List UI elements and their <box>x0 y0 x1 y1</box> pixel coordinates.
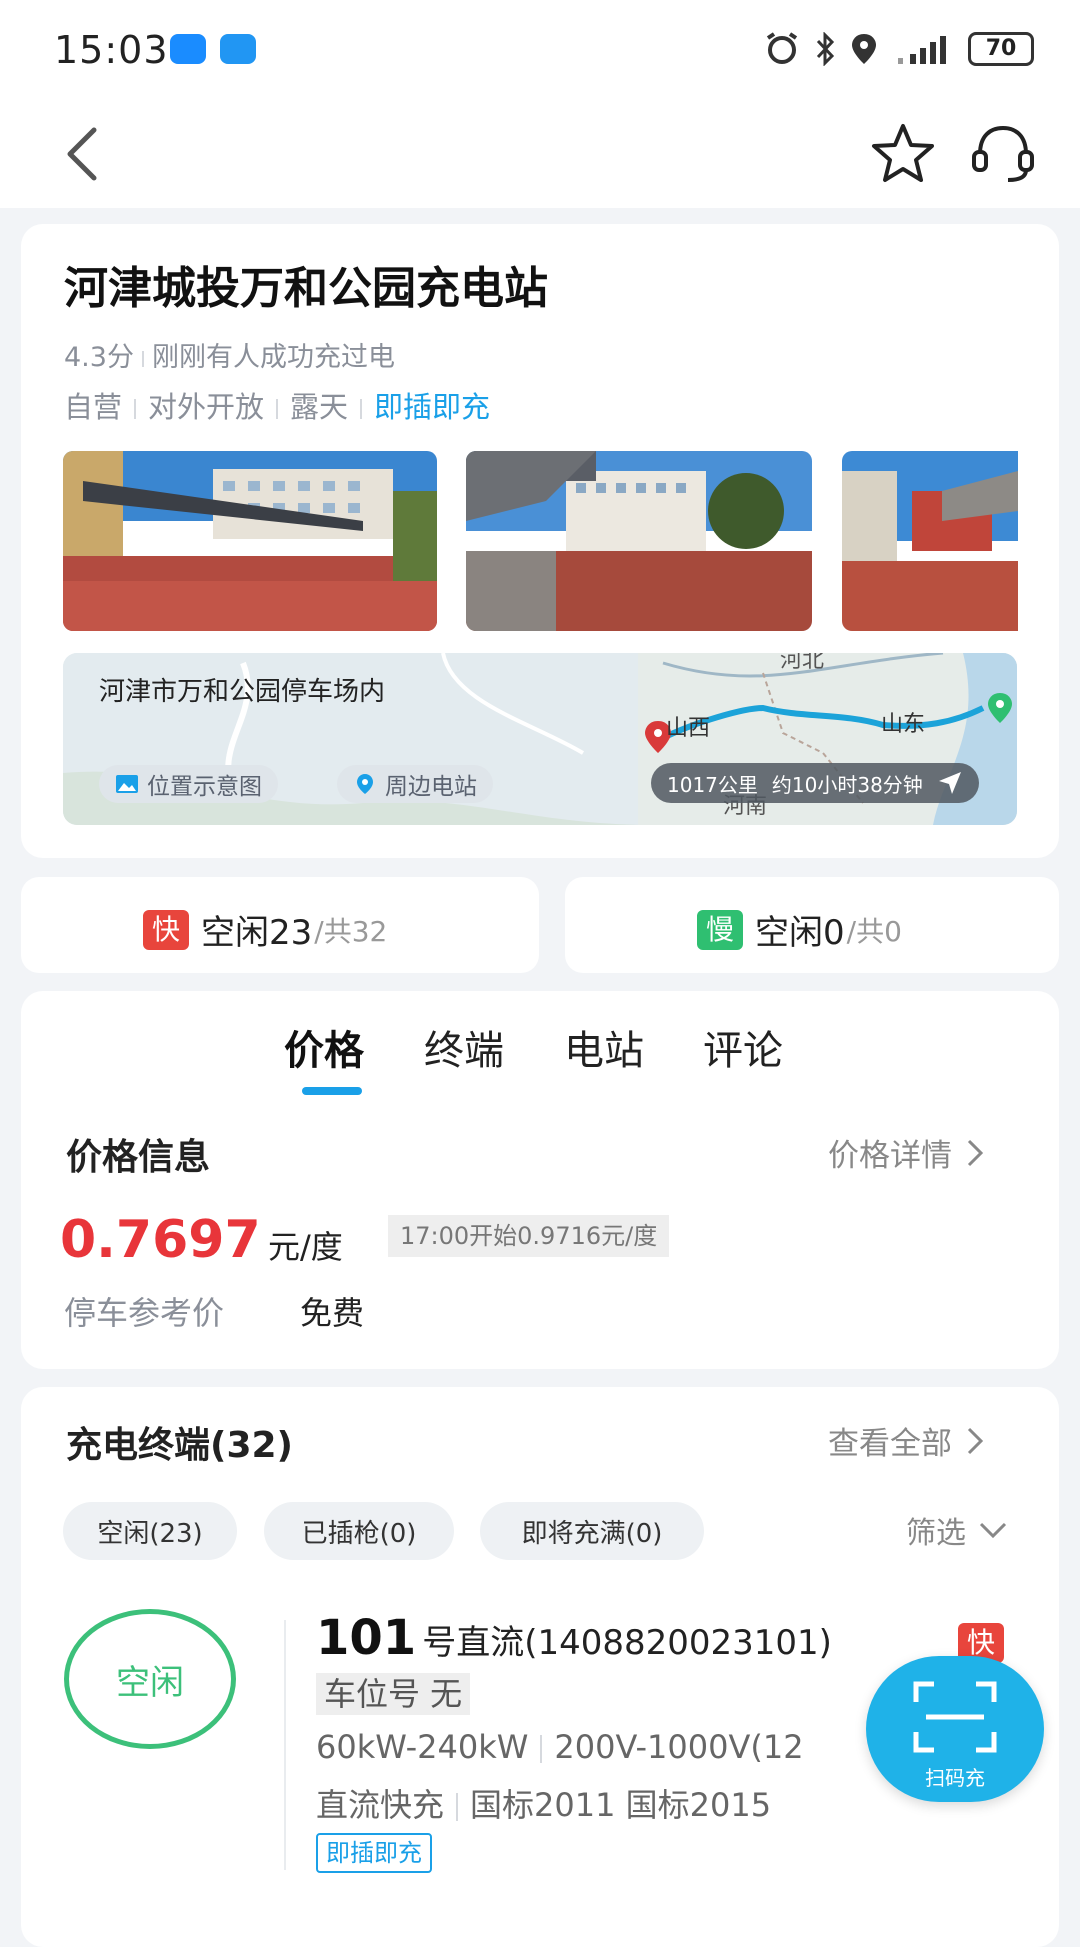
slow-idle-count: 空闲0 <box>755 913 845 953</box>
filter-dropdown-label: 筛选 <box>906 1516 966 1551</box>
filter-plugged[interactable]: 已插枪(0) <box>264 1502 454 1560</box>
slow-tag: 慢 <box>697 909 743 950</box>
fast-charger-summary[interactable]: 快 空闲23/共32 <box>21 877 539 973</box>
terminal-type-row: 直流快充 国标2011 国标2015 <box>316 1780 771 1826</box>
fast-total-count: /共32 <box>314 914 388 948</box>
terminals-heading: 充电终端(32) <box>66 1425 294 1466</box>
route-info-pill[interactable]: 1017公里 约10小时38分钟 <box>651 763 979 803</box>
filter-almost-full[interactable]: 即将充满(0) <box>480 1502 704 1560</box>
location-icon <box>852 34 876 64</box>
price-detail-link[interactable]: 价格详情 <box>828 1130 984 1175</box>
status-icons: 70 <box>764 32 1034 66</box>
map-label: 河北 <box>780 653 824 673</box>
fast-idle-count: 空闲23 <box>201 913 313 953</box>
active-tab-indicator <box>302 1087 362 1095</box>
station-address: 河津市万和公园停车场内 <box>99 677 386 707</box>
terminal-voltage: 200V-1000V(12 <box>554 1728 804 1766</box>
view-all-terminals-link[interactable]: 查看全部 <box>828 1418 984 1463</box>
chevron-right-icon <box>967 1139 984 1166</box>
terminal-status-idle: 空闲 <box>64 1609 236 1749</box>
tab-comments[interactable]: 评论 <box>703 1018 783 1076</box>
parking-spot: 车位号 无 <box>316 1673 471 1715</box>
navigate-icon[interactable] <box>937 770 963 796</box>
terminal-power: 60kW-240kW <box>316 1728 529 1766</box>
customer-service-icon[interactable] <box>970 120 1036 186</box>
map-label: 山东 <box>881 712 925 737</box>
plug-and-charge-tag: 即插即充 <box>374 390 491 424</box>
alarm-icon <box>766 32 798 64</box>
terminal-number: 101 <box>316 1610 417 1666</box>
route-duration: 约10小时38分钟 <box>771 772 923 797</box>
terminal-name: 号直流(1408820023101) <box>422 1623 832 1663</box>
nearby-stations-button[interactable]: 周边电站 <box>337 765 493 803</box>
station-tag: 露天 <box>290 390 349 424</box>
back-icon[interactable] <box>62 126 102 182</box>
next-period-price: 17:00开始0.9716元/度 <box>388 1215 670 1257</box>
price-unit: 元/度 <box>268 1228 343 1266</box>
terminal-type: 直流快充 <box>316 1786 445 1824</box>
station-tags: 自营 对外开放 露天 即插即充 <box>64 384 490 426</box>
scan-charge-button[interactable]: 扫码充 <box>866 1656 1044 1802</box>
tab-station[interactable]: 电站 <box>564 1018 644 1076</box>
tab-terminals[interactable]: 终端 <box>424 1018 504 1076</box>
station-name: 河津城投万和公园充电站 <box>64 263 548 314</box>
app-notification-icon <box>170 34 206 64</box>
station-tag: 对外开放 <box>148 390 265 424</box>
message-notification-icon <box>220 34 256 64</box>
nav-bar <box>0 100 1080 208</box>
view-all-label: 查看全部 <box>828 1426 952 1462</box>
tab-price[interactable]: 价格 <box>284 1018 364 1076</box>
divider <box>284 1620 286 1870</box>
terminal-standards: 国标2011 国标2015 <box>470 1786 772 1824</box>
signal-icon <box>898 36 946 64</box>
nearby-location-icon <box>357 774 373 794</box>
station-rating: 4.3分 <box>64 342 134 373</box>
station-photo[interactable] <box>63 451 437 631</box>
map-label: 山西 <box>666 716 710 741</box>
chevron-right-icon <box>967 1427 984 1454</box>
parking-value: 免费 <box>300 1294 365 1332</box>
fast-tag: 快 <box>143 909 189 950</box>
nearby-stations-label: 周边电站 <box>385 774 477 800</box>
price-info-heading: 价格信息 <box>66 1137 211 1178</box>
filter-dropdown[interactable]: 筛选 <box>906 1508 1008 1552</box>
station-recent-charge: 刚刚有人成功充过电 <box>151 342 395 373</box>
terminal-spec-row: 60kW-240kW 200V-1000V(12 <box>316 1728 804 1766</box>
station-meta-row: 4.3分 刚刚有人成功充过电 <box>64 335 395 374</box>
location-diagram-button[interactable]: 位置示意图 <box>99 765 278 803</box>
price-detail-label: 价格详情 <box>828 1138 952 1174</box>
battery-indicator: 70 <box>968 32 1034 66</box>
price-value: 0.7697 <box>60 1210 261 1270</box>
status-bar: 15:03 70 <box>0 0 1080 100</box>
scan-charge-label: 扫码充 <box>925 1766 985 1790</box>
scan-icon <box>913 1681 997 1753</box>
terminal-title[interactable]: 101 号直流(1408820023101) <box>316 1610 832 1666</box>
location-map[interactable]: 河北 山西 山东 河南 河津市万和公园停车场内 位置示意图 周边电站 1017公… <box>63 653 1017 825</box>
location-diagram-label: 位置示意图 <box>147 774 262 800</box>
parking-label: 停车参考价 <box>64 1294 225 1332</box>
slow-total-count: /共0 <box>846 914 902 948</box>
filter-idle[interactable]: 空闲(23) <box>63 1502 237 1560</box>
image-icon <box>116 775 138 793</box>
favorite-star-icon[interactable] <box>870 122 936 184</box>
station-photo[interactable] <box>466 451 812 631</box>
status-time: 15:03 <box>54 28 169 72</box>
slow-charger-summary[interactable]: 慢 空闲0/共0 <box>565 877 1059 973</box>
route-distance: 1017公里 <box>667 772 758 797</box>
station-photo[interactable] <box>842 451 1018 631</box>
bluetooth-icon <box>816 32 835 66</box>
terminal-plug-tag: 即插即充 <box>316 1833 432 1873</box>
station-tag: 自营 <box>64 390 123 424</box>
chevron-down-icon <box>979 1522 1007 1539</box>
